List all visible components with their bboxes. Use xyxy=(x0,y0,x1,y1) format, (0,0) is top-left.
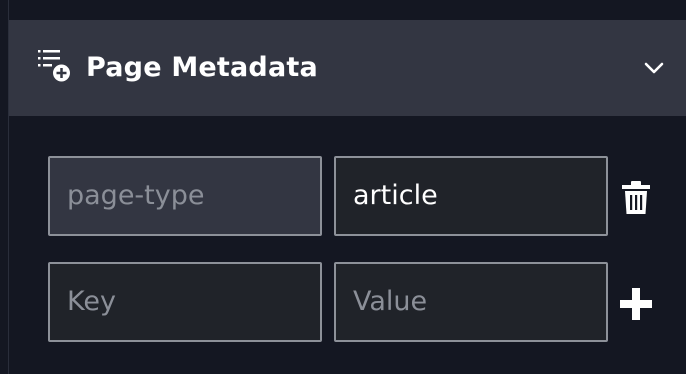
metadata-value-field[interactable]: article xyxy=(334,156,608,236)
new-key-input[interactable]: Key xyxy=(48,262,322,342)
chevron-down-icon[interactable] xyxy=(640,58,668,78)
metadata-key-field: page-type xyxy=(48,156,322,236)
panel-header[interactable]: Page Metadata xyxy=(9,20,686,116)
new-value-input[interactable]: Value xyxy=(334,262,608,342)
plus-icon[interactable] xyxy=(620,288,652,320)
trash-icon[interactable] xyxy=(620,180,652,216)
metadata-panel: Page Metadata page-type article Key Valu… xyxy=(0,0,686,374)
panel-title: Page Metadata xyxy=(86,52,318,83)
list-add-icon xyxy=(38,50,70,82)
